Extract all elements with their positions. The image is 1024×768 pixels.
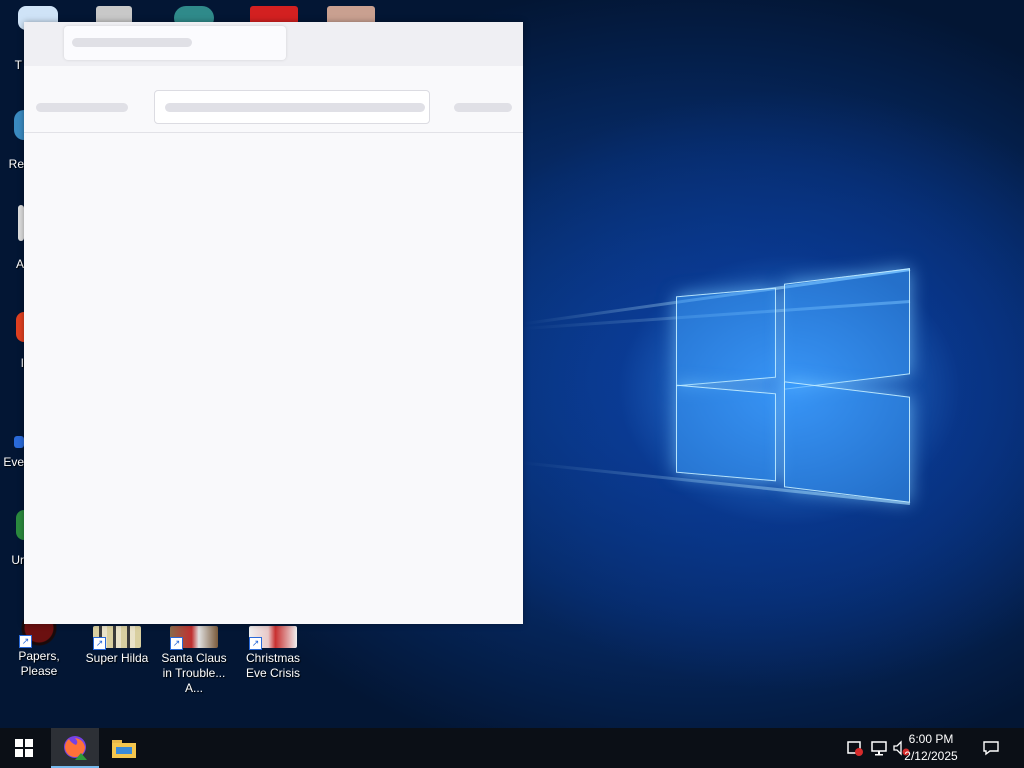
desktop-icon-partial-label[interactable]: Eve — [0, 455, 24, 470]
desktop-icon-left-4[interactable] — [16, 312, 24, 342]
desktop-icon-santa-claus[interactable]: ↗ Santa Claus in Trouble... A... — [158, 626, 230, 696]
file-explorer-icon — [112, 740, 136, 758]
desktop-icon-partial-label[interactable]: T — [0, 58, 22, 73]
windows-start-icon — [15, 739, 33, 757]
firefox-icon — [64, 736, 87, 760]
shortcut-arrow-icon: ↗ — [249, 637, 262, 650]
desktop-icon-partial-label[interactable]: A — [0, 257, 24, 272]
network-icon[interactable] — [870, 739, 888, 757]
shortcut-arrow-icon: ↗ — [19, 635, 32, 648]
notification-center-icon[interactable] — [982, 739, 1000, 757]
desktop-icon-partial-label[interactable]: Ur — [0, 553, 24, 568]
page-content-area[interactable] — [24, 133, 523, 624]
security-warning-icon[interactable] — [846, 739, 864, 757]
desktop-icon-super-hilda[interactable]: ↗ Super Hilda — [81, 626, 153, 666]
desktop-icon-christmas-eve-crisis[interactable]: ↗ Christmas Eve Crisis — [237, 626, 309, 681]
tab-strip — [24, 22, 523, 66]
christmas-eve-crisis-icon: ↗ — [249, 626, 297, 650]
navigation-toolbar — [24, 66, 523, 133]
desktop-icon-label: Papers, Please — [18, 649, 60, 678]
shortcut-arrow-icon: ↗ — [93, 637, 106, 650]
tab-title-placeholder — [72, 38, 192, 47]
start-button[interactable] — [0, 728, 48, 768]
desktop-icon-label: Christmas Eve Crisis — [245, 651, 300, 680]
desktop-icon-label: Santa Claus in Trouble... A... — [161, 651, 227, 695]
desktop-icon-left-6[interactable] — [16, 510, 24, 540]
toolbar-buttons-placeholder — [454, 103, 512, 112]
clock-date: 2/12/2025 — [904, 749, 958, 763]
desktop-icon-partial-label[interactable]: I — [0, 356, 24, 371]
clock-time: 6:00 PM — [908, 732, 954, 746]
address-bar-placeholder — [165, 103, 425, 112]
desktop-icon-partial-label[interactable]: Re — [0, 157, 24, 172]
nav-buttons-placeholder — [36, 103, 128, 112]
super-hilda-icon: ↗ — [93, 626, 141, 650]
desktop-icon-left-2[interactable] — [14, 110, 24, 140]
desktop-icon-left-5[interactable] — [14, 436, 24, 448]
browser-tab-loading[interactable] — [64, 26, 286, 60]
address-bar[interactable] — [154, 90, 430, 124]
santa-claus-icon: ↗ — [170, 626, 218, 650]
taskbar: 6:00 PM 2/12/2025 — [0, 728, 1024, 768]
taskbar-firefox-button[interactable] — [51, 728, 99, 768]
browser-window[interactable] — [24, 22, 523, 624]
taskbar-file-explorer-button[interactable] — [100, 728, 148, 768]
desktop-icon-label: Super Hilda — [85, 651, 149, 665]
system-clock[interactable]: 6:00 PM 2/12/2025 — [896, 731, 966, 765]
shortcut-arrow-icon: ↗ — [170, 637, 183, 650]
